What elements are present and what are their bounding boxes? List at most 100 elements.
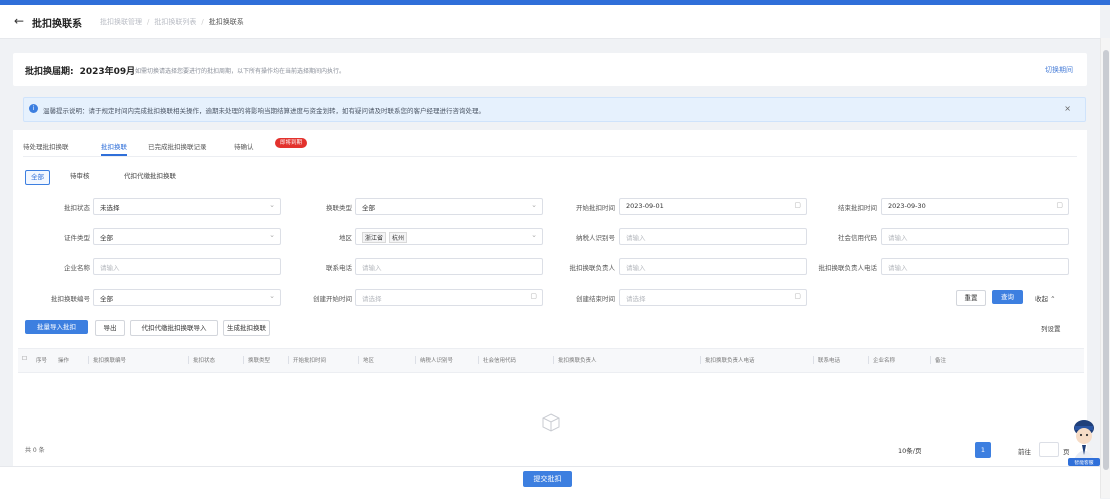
filter-label: 证件类型: [64, 234, 90, 242]
period-date: 2023年09月: [79, 67, 136, 77]
tab-bar: 待处理批扣换联 批扣换联 已完成批扣换联记录 待确认 即将到期: [23, 138, 1077, 157]
column-header: 批扣换联编号: [88, 356, 126, 364]
breadcrumb: 批扣换联管理 / 批扣换联列表 / 批扣换联系: [100, 17, 244, 27]
notice-banner: i 温馨提示说明：请于规定时间内完成批扣换联相关操作，逾期未处理的将影响当期结算…: [23, 97, 1086, 122]
filter-label: 结束批扣时间: [838, 204, 877, 212]
tab-to-confirm[interactable]: 待确认: [234, 141, 254, 151]
scrollbar-thumb[interactable]: [1103, 50, 1109, 470]
breadcrumb-separator: /: [147, 18, 150, 26]
column-header: 批扣状态: [188, 356, 215, 364]
region-cascader[interactable]: 浙江省 杭州 ⌄: [355, 228, 543, 245]
page-button-current[interactable]: 1: [975, 442, 991, 458]
owner-input[interactable]: 请输入: [619, 258, 807, 275]
tab-completed[interactable]: 已完成批扣换联记录: [148, 141, 207, 151]
credit-code-input[interactable]: 请输入: [881, 228, 1069, 245]
page-size-select[interactable]: 10条/页: [891, 442, 941, 457]
subtab-agent[interactable]: 代扣代缴批扣换联: [119, 170, 181, 183]
filter-label: 联系电话: [326, 264, 352, 272]
chevron-down-icon: ⌄: [269, 231, 275, 239]
filter-label: 企业名称: [64, 264, 90, 272]
page-title: 批扣换联系: [32, 19, 82, 30]
region-tag[interactable]: 浙江省: [362, 232, 387, 243]
filter-label: 批扣换联编号: [51, 295, 90, 303]
period-label: 批扣换届期: 2023年09月: [25, 67, 136, 77]
goto-page-input[interactable]: [1039, 442, 1059, 457]
filter-label: 社会信用代码: [838, 234, 877, 242]
id-type-select[interactable]: 全部 ⌄: [93, 228, 281, 245]
filter-label: 地区: [339, 234, 352, 242]
column-settings-link[interactable]: 列设置: [1041, 323, 1061, 333]
filter-label: 创建结束时间: [576, 295, 615, 303]
calendar-icon: ▢: [794, 292, 801, 300]
batch-number-select[interactable]: 全部 ⌄: [93, 289, 281, 306]
filter-label: 批扣状态: [64, 204, 90, 212]
status-select[interactable]: 未选择 ⌄: [93, 198, 281, 215]
taxpayer-id-input[interactable]: 请输入: [619, 228, 807, 245]
info-icon: i: [29, 104, 38, 113]
close-icon[interactable]: ×: [1064, 104, 1071, 113]
column-header: 纳税人识别号: [415, 356, 453, 364]
calendar-icon: ▢: [530, 292, 537, 300]
column-header: 地区: [358, 356, 374, 364]
column-header: 开始批扣时间: [288, 356, 326, 364]
switch-period-link[interactable]: 切换期间: [1045, 65, 1073, 75]
filter-label: 批扣换联负责人电话: [818, 264, 878, 272]
end-date-picker[interactable]: 2023-09-30 ▢: [881, 198, 1069, 215]
export-button[interactable]: 导出: [95, 320, 125, 336]
column-header: 社会信用代码: [478, 356, 516, 364]
subtab-all[interactable]: 全部: [25, 170, 50, 185]
chevron-down-icon: ⌄: [531, 231, 537, 239]
subtab-review[interactable]: 待审核: [65, 170, 95, 183]
column-header: 企业名称: [868, 356, 895, 364]
region-tag[interactable]: 杭州: [389, 232, 408, 243]
arrow-left-icon[interactable]: ←: [14, 14, 24, 28]
agent-import-button[interactable]: 代扣代缴批扣换联导入: [130, 320, 218, 336]
breadcrumb-item[interactable]: 批扣换联管理: [100, 18, 142, 26]
column-header: 换联类型: [243, 356, 270, 364]
table-header: ☐ 序号 操作 批扣换联编号 批扣状态 换联类型 开始批扣时间 地区 纳税人识别…: [18, 348, 1084, 373]
batch-import-button[interactable]: 批量导入批扣: [25, 320, 88, 334]
calendar-icon: ▢: [1056, 201, 1063, 209]
generate-button[interactable]: 生成批扣换联: [223, 320, 270, 336]
assistant-avatar-icon[interactable]: 智能客服: [1066, 415, 1102, 467]
column-header: 联系电话: [813, 356, 840, 364]
pagination-total: 共 0 条: [25, 447, 45, 454]
calendar-icon: ▢: [794, 201, 801, 209]
chevron-down-icon: ⌄: [269, 201, 275, 209]
chevron-down-icon: ⌄: [531, 201, 537, 209]
tab-batch[interactable]: 批扣换联: [101, 141, 127, 156]
empty-box-icon: [542, 413, 560, 432]
column-header: 序号: [36, 358, 48, 364]
search-button[interactable]: 查询: [992, 290, 1023, 304]
filter-label: 换联类型: [326, 204, 352, 212]
goto-label: 前往: [1018, 448, 1031, 456]
filter-label: 批扣换联负责人: [569, 264, 616, 272]
chevron-down-icon: ⌄: [269, 292, 275, 300]
column-header: 批扣换联负责人: [553, 356, 597, 364]
column-header: 操作: [58, 358, 70, 364]
breadcrumb-item[interactable]: 批扣换联列表: [154, 18, 196, 26]
assistant-label: 智能客服: [1074, 459, 1093, 466]
submit-button[interactable]: 提交批扣: [523, 471, 572, 487]
type-select[interactable]: 全部 ⌄: [355, 198, 543, 215]
main-panel: 待处理批扣换联 批扣换联 已完成批扣换联记录 待确认 即将到期 全部 待审核 代…: [13, 130, 1087, 470]
column-header: 批扣换联负责人电话: [700, 356, 755, 364]
owner-phone-input[interactable]: 请输入: [881, 258, 1069, 275]
status-badge: 即将到期: [275, 138, 308, 148]
select-all-checkbox[interactable]: ☐: [22, 356, 27, 362]
breadcrumb-current: 批扣换联系: [208, 18, 244, 26]
notice-text: 温馨提示说明：请于规定时间内完成批扣换联相关操作，逾期未处理的将影响当期结算进度…: [43, 107, 485, 115]
breadcrumb-separator: /: [201, 18, 204, 26]
company-name-input[interactable]: 请输入: [93, 258, 281, 275]
phone-input[interactable]: 请输入: [355, 258, 543, 275]
created-end-picker[interactable]: 请选择 ▢: [619, 289, 807, 306]
period-card: 批扣换届期: 2023年09月 如需切换请选择您要进行的批扣周期，以下所有操作均在…: [13, 53, 1087, 86]
filter-label: 纳税人识别号: [576, 234, 615, 242]
collapse-toggle[interactable]: 收起 ⌃: [1035, 293, 1056, 303]
start-date-picker[interactable]: 2023-09-01 ▢: [619, 198, 807, 215]
reset-button[interactable]: 重置: [956, 290, 986, 306]
column-header: 备注: [930, 356, 946, 364]
tab-pending[interactable]: 待处理批扣换联: [23, 141, 69, 151]
created-start-picker[interactable]: 请选择 ▢: [355, 289, 543, 306]
page-header: ← 批扣换联系 批扣换联管理 / 批扣换联列表 / 批扣换联系: [0, 5, 1100, 39]
